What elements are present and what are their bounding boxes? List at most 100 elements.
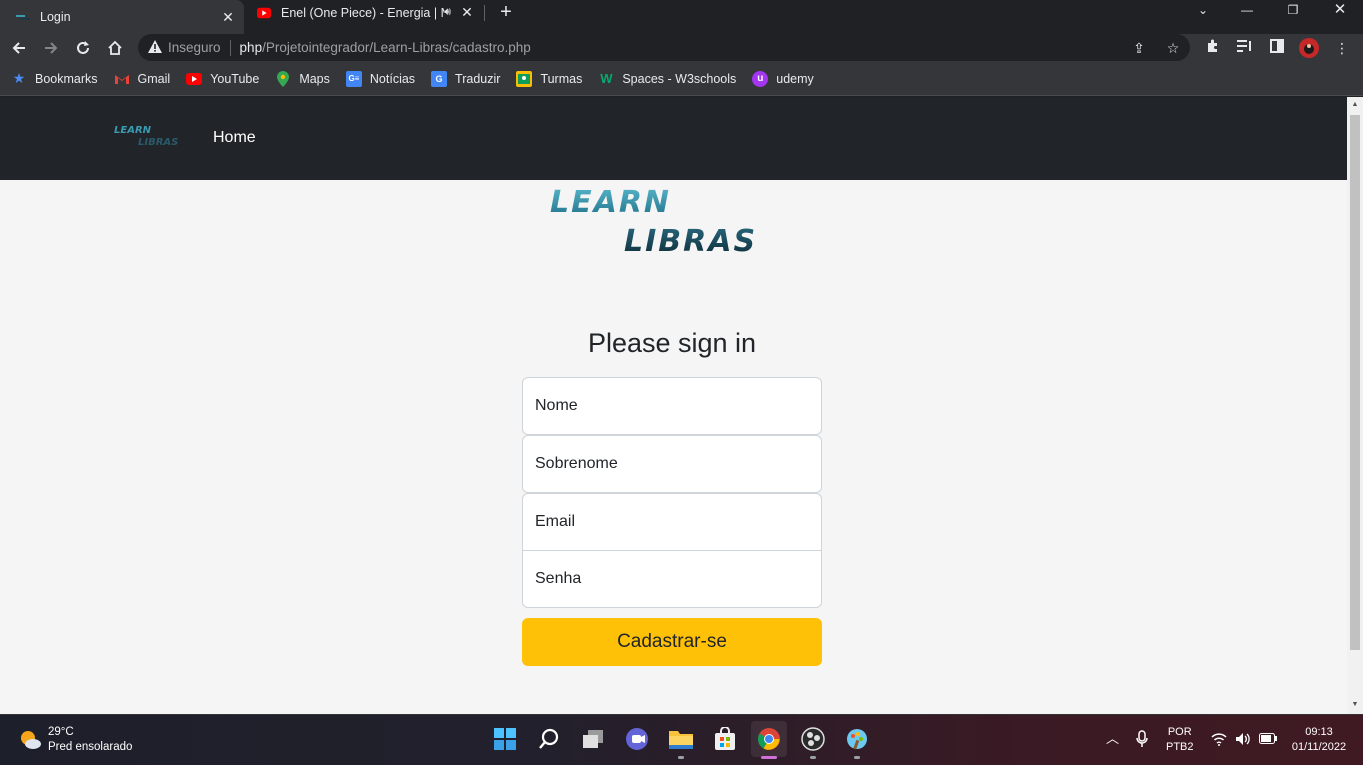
media-control-icon[interactable] [1235,38,1255,58]
teams-chat-icon[interactable] [623,725,651,753]
clock-time: 09:13 [1305,726,1333,738]
weather-text: 29°C Pred ensolarado [48,725,132,755]
profile-avatar[interactable] [1299,38,1319,58]
logo-word-learn: LEARN [114,125,152,136]
weather-widget[interactable]: 29°C Pred ensolarado [18,725,132,755]
bookmark-traduzir[interactable]: G Traduzir [431,70,501,87]
gmail-icon [114,71,130,87]
nome-placeholder: Nome [535,397,578,414]
chrome-menu-icon[interactable]: ⋮ [1332,38,1352,58]
nome-field[interactable]: Nome [522,377,822,435]
bookmark-youtube[interactable]: YouTube [186,71,259,87]
star-icon: ★ [12,70,26,86]
bookmark-star-icon[interactable]: ☆ [1164,39,1182,57]
classroom-icon [516,70,533,87]
extensions-icon[interactable] [1203,38,1223,58]
senha-field[interactable]: Senha [522,550,822,608]
learn-libras-logo: LEARN LIBRAS [550,185,757,257]
home-button[interactable] [103,36,127,60]
weather-temp: 29°C [48,726,74,738]
minimize-button[interactable]: — [1224,0,1270,22]
speaker-icon[interactable]: 🔊︎ [444,6,451,19]
bookmark-label: Gmail [137,71,171,86]
page-viewport: LEARN LIBRAS Home LEARN LIBRAS Please si… [0,97,1347,714]
page-scrollbar[interactable]: ▲ ▼ [1347,97,1363,714]
close-tab-icon[interactable]: ✕ [220,9,236,25]
language-indicator[interactable]: POR PTB2 [1166,725,1194,755]
wifi-icon[interactable] [1211,732,1227,751]
tab-strip: Login ✕ Enel (One Piece) - Energia | M 🔊… [0,0,1363,34]
scroll-up-arrow-icon[interactable]: ▲ [1351,101,1359,108]
running-indicator [678,756,684,759]
security-label[interactable]: Inseguro [168,40,221,55]
scroll-down-arrow-icon[interactable]: ▼ [1351,701,1359,708]
email-field[interactable]: Email [522,493,822,551]
tab-title: Login [40,10,71,24]
new-tab-button[interactable]: + [495,1,517,23]
chrome-taskbar-icon[interactable] [751,721,787,757]
tab-title: Enel (One Piece) - Energia | M [281,5,445,20]
scroll-thumb[interactable] [1350,115,1360,650]
side-panel-icon[interactable] [1267,38,1287,58]
bookmark-label: Traduzir [455,71,501,86]
learn-libras-favicon-icon [16,10,30,24]
restore-button[interactable]: ❐ [1270,0,1316,22]
battery-icon[interactable] [1259,733,1277,749]
close-tab-icon[interactable]: ✕ [459,4,475,21]
warning-icon[interactable] [148,39,162,56]
bookmark-noticias[interactable]: G≡ Notícias [345,70,416,87]
language-line2: PTB2 [1166,741,1194,753]
hero-logo-learn: LEARN [550,185,671,220]
sobrenome-field[interactable]: Sobrenome [522,435,822,493]
clock[interactable]: 09:13 01/11/2022 [1288,725,1350,755]
bookmark-label: Turmas [540,71,583,86]
back-button[interactable] [7,36,31,60]
maps-icon [275,70,291,87]
tab-youtube-enel[interactable]: Enel (One Piece) - Energia | M 🔊︎ ✕ [247,0,483,25]
bookmark-bookmarks[interactable]: ★ Bookmarks [11,70,98,87]
bookmark-gmail[interactable]: Gmail [114,71,171,87]
senha-placeholder: Senha [535,570,582,587]
paint-app-icon[interactable] [843,725,871,753]
site-navbar: LEARN LIBRAS Home [0,97,1347,180]
close-window-button[interactable]: ✕ [1317,0,1363,22]
youtube-icon [257,6,271,20]
windows-start-icon[interactable] [491,725,519,753]
tab-search-icon[interactable]: ⌄ [1180,0,1226,22]
email-placeholder: Email [535,513,576,530]
form-title: Please sign in [587,328,757,358]
browser-toolbar: Inseguro php /Projetointegrador/Learn-Li… [0,34,1363,62]
bookmark-label: Bookmarks [35,71,98,86]
hero-logo-libras: LIBRAS [624,224,757,257]
navbar-logo[interactable]: LEARN LIBRAS [114,123,198,149]
nav-home-link[interactable]: Home [213,129,256,147]
tab-login[interactable]: Login ✕ [0,0,244,34]
language-line1: POR [1167,726,1192,738]
youtube-icon [186,71,203,87]
microphone-icon[interactable] [1136,730,1148,753]
url-path: /Projetointegrador/Learn-Libras/cadastro… [262,40,531,55]
volume-icon[interactable] [1235,732,1251,751]
bookmark-maps[interactable]: Maps [275,70,330,87]
forward-button[interactable] [39,36,63,60]
active-app-indicator [761,756,777,759]
show-hidden-icons-chevron-icon[interactable]: ︿ [1106,731,1119,746]
running-indicator [854,756,860,759]
bookmark-w3schools[interactable]: W Spaces - W3schools [598,71,736,87]
task-view-icon[interactable] [579,725,607,753]
bookmark-turmas[interactable]: Turmas [516,70,583,87]
reload-button[interactable] [71,36,95,60]
bookmark-label: Notícias [369,71,416,86]
file-explorer-icon[interactable] [667,725,695,753]
bookmarks-bar: ★ Bookmarks Gmail YouTube Maps G≡ Notíci… [0,62,1363,96]
bookmark-udemy[interactable]: u udemy [752,70,814,87]
bookmark-label: udemy [776,71,814,86]
cadastrar-button[interactable]: Cadastrar-se [522,618,822,666]
microsoft-store-icon[interactable] [711,725,739,753]
share-icon[interactable]: ⇪ [1130,39,1148,57]
w3schools-icon: W [600,71,613,86]
obs-studio-icon[interactable] [799,725,827,753]
address-bar[interactable]: Inseguro php /Projetointegrador/Learn-Li… [138,34,1190,61]
translate-icon: G [431,70,448,87]
search-icon[interactable] [535,725,563,753]
